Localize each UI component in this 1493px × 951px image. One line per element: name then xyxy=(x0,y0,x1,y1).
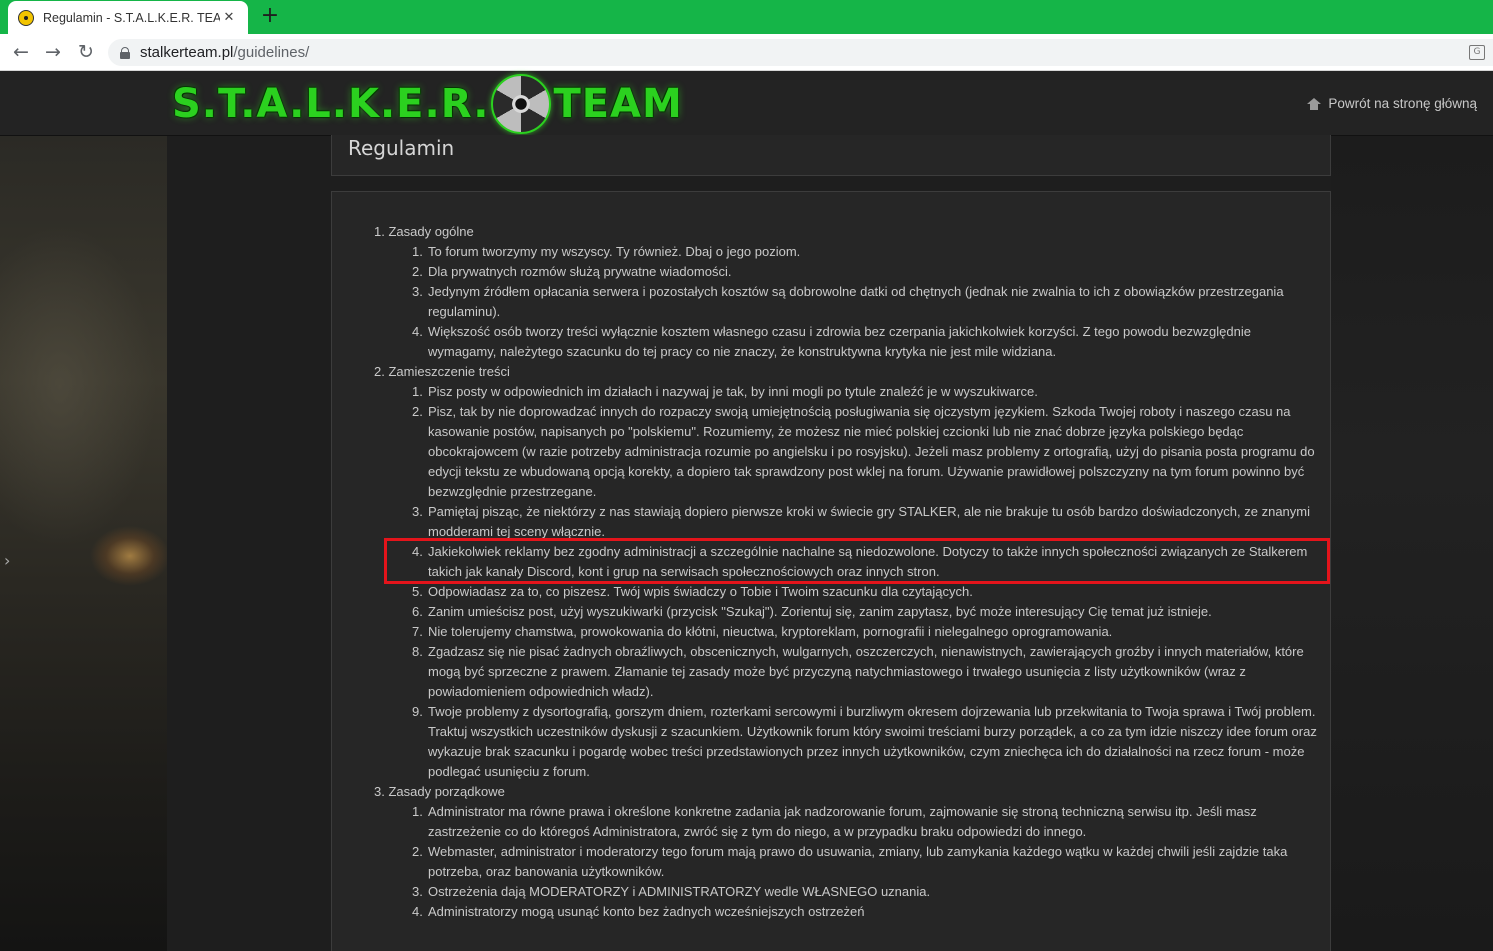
section-title: 3. Zasady porządkowe xyxy=(374,784,505,799)
rule-item: 2. Dla prywatnych rozmów służą prywatne w… xyxy=(412,264,732,279)
rule-item: 4. Administratorzy mogą usunąć konto bez … xyxy=(412,904,865,919)
rule-item: 4. Większość osób tworzy treści wyłącznie… xyxy=(412,324,1251,359)
rules-section: 1. Zasady ogólne 1. To forum tworzymy my … xyxy=(374,222,1319,362)
radiation-logo-icon xyxy=(491,74,552,134)
section-items: 1. Administrator ma równe prawa i określo… xyxy=(374,802,1319,922)
background-artwork xyxy=(0,136,167,951)
site-page: › S.T.A.L.K.E.R. TEAM Powrót na stronę g… xyxy=(0,71,1493,951)
section-items: 1. To forum tworzymy my wszyscy. Ty równi… xyxy=(374,242,1319,362)
section-title: 1. Zasady ogólne xyxy=(374,224,474,239)
browser-tab[interactable]: Regulamin - S.T.A.L.K.E.R. TEAM ✕ xyxy=(8,1,248,34)
reload-button[interactable]: ↻ xyxy=(74,40,98,64)
forward-button[interactable]: → xyxy=(41,40,65,64)
rule-item: 2. Webmaster, administrator i moderatorzy… xyxy=(412,844,1288,879)
radiation-favicon-icon xyxy=(18,9,34,26)
address-bar[interactable]: stalkerteam.pl/guidelines/ G xyxy=(108,39,1493,66)
home-icon xyxy=(1307,97,1322,110)
sidebar-toggle-chevron-icon[interactable]: › xyxy=(4,551,10,570)
background-right xyxy=(1331,136,1493,951)
tab-title: Regulamin - S.T.A.L.K.E.R. TEAM xyxy=(43,10,220,25)
rule-item: 5. Odpowiadasz za to, co piszesz. Twój wp… xyxy=(412,584,973,599)
browser-toolbar: ← → ↻ stalkerteam.pl/guidelines/ G xyxy=(0,34,1493,71)
rule-item: 9. Twoje problemy z dysortografią, gorszy… xyxy=(412,704,1317,779)
back-button[interactable]: ← xyxy=(9,40,33,64)
rule-item-highlighted: 4. Jakiekolwiek reklamy bez zgodny admini… xyxy=(412,544,1308,579)
lock-icon[interactable] xyxy=(120,46,130,59)
rules-panel: 1. Zasady ogólne 1. To forum tworzymy my … xyxy=(331,191,1331,951)
translate-icon[interactable]: G xyxy=(1469,45,1485,60)
logo-text-left: S.T.A.L.K.E.R. xyxy=(172,81,490,127)
rule-item: 7. Nie tolerujemy chamstwa, prowokowania … xyxy=(412,624,1113,639)
site-logo[interactable]: S.T.A.L.K.E.R. TEAM xyxy=(172,74,683,134)
rules-section: 2. Zamieszczenie treści 1. Pisz posty w o… xyxy=(374,362,1319,782)
rule-item: 8. Zgadzasz się nie pisać żadnych obraźli… xyxy=(412,644,1304,699)
rule-item: 3. Pamiętaj pisząc, że niektórzy z nas st… xyxy=(412,504,1310,539)
rule-item: 1. To forum tworzymy my wszyscy. Ty równi… xyxy=(412,244,801,259)
logo-text-right: TEAM xyxy=(553,81,683,127)
section-title: 2. Zamieszczenie treści xyxy=(374,364,510,379)
section-items: 1. Pisz posty w odpowiednich im działach … xyxy=(374,382,1319,782)
rule-item: 6. Zanim umieścisz post, użyj wyszukiwark… xyxy=(412,604,1212,619)
url-text[interactable]: stalkerteam.pl/guidelines/ xyxy=(140,44,309,61)
new-tab-button[interactable]: + xyxy=(258,4,282,28)
tab-close-icon[interactable]: ✕ xyxy=(220,10,238,25)
home-link[interactable]: Powrót na stronę główną xyxy=(1307,96,1477,111)
rule-item: 3. Ostrzeżenia dają MODERATORZY i ADMINIS… xyxy=(412,884,931,899)
site-header: S.T.A.L.K.E.R. TEAM Powrót na stronę głó… xyxy=(0,71,1493,136)
home-link-label: Powrót na stronę główną xyxy=(1328,96,1477,111)
title-panel: Regulamin xyxy=(331,135,1331,176)
rule-item: 1. Pisz posty w odpowiednich im działach … xyxy=(412,384,1038,399)
rule-item: 1. Administrator ma równe prawa i określo… xyxy=(412,804,1257,839)
rules-section: 3. Zasady porządkowe 1. Administrator ma … xyxy=(374,782,1319,922)
rules-list: 1. Zasady ogólne 1. To forum tworzymy my … xyxy=(374,222,1319,922)
rule-item: 3. Jedynym źródłem opłacania serwera i po… xyxy=(412,284,1284,319)
browser-tab-bar: Regulamin - S.T.A.L.K.E.R. TEAM ✕ + xyxy=(0,0,1493,34)
page-title: Regulamin xyxy=(348,136,455,160)
rule-item: 2. Pisz, tak by nie doprowadzać innych do… xyxy=(412,404,1315,499)
